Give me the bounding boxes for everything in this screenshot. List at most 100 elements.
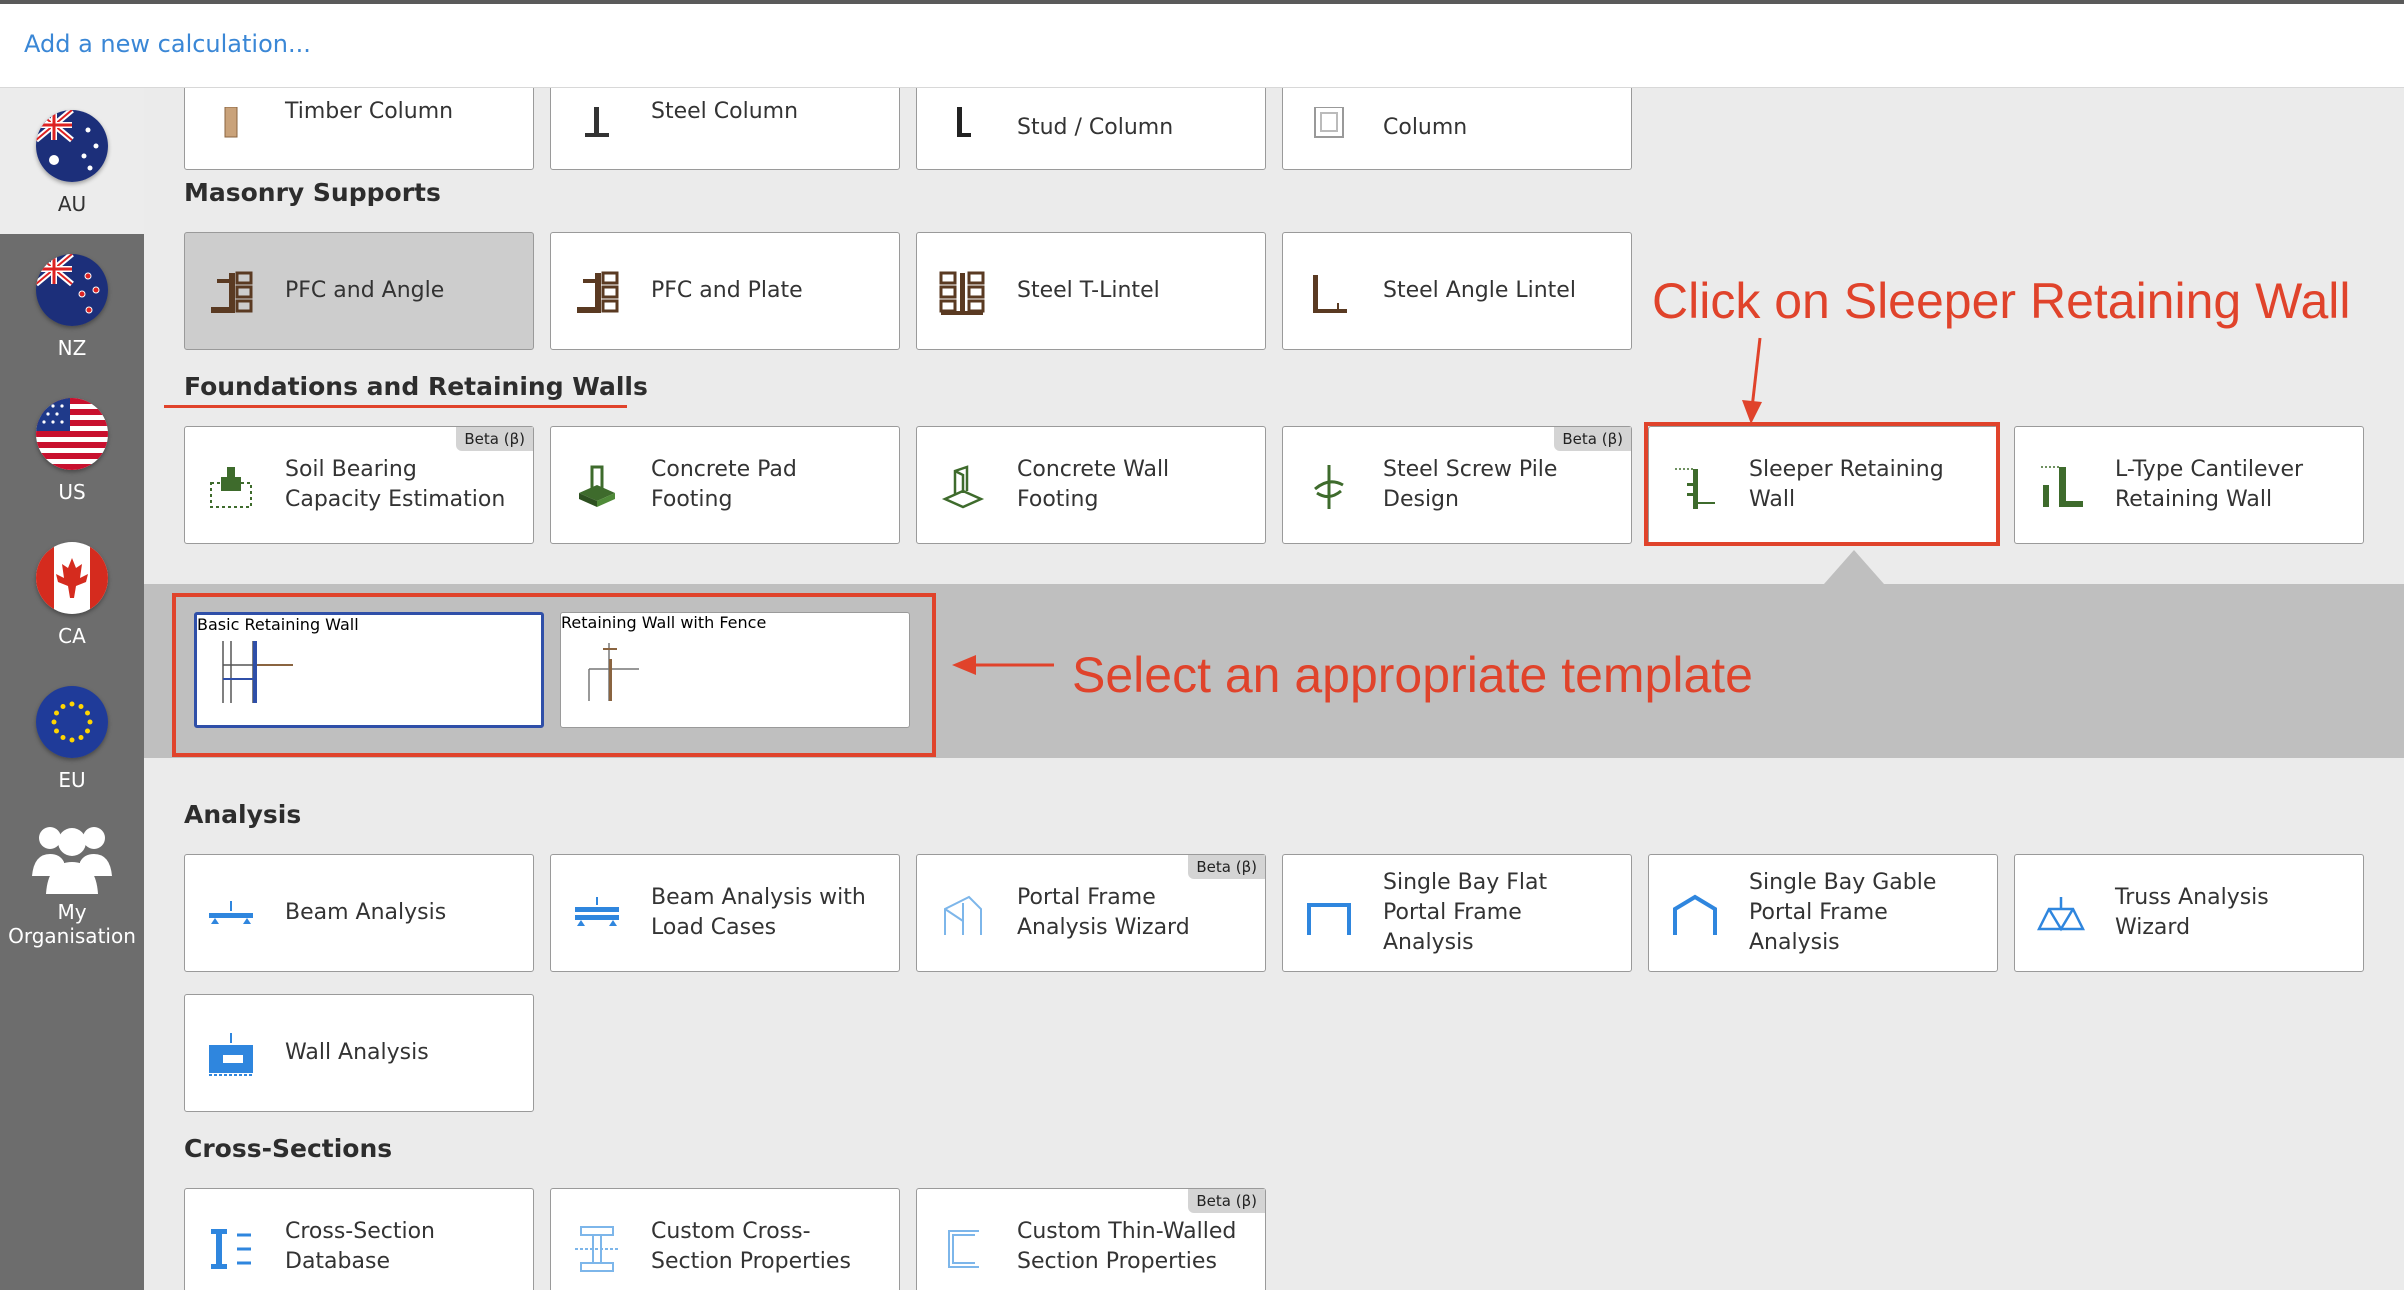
region-au[interactable]: AU — [0, 110, 144, 216]
section-title-cross-sections: Cross-Sections — [184, 1134, 393, 1163]
region-ca[interactable]: CA — [0, 542, 144, 648]
beta-badge: Beta (β) — [1188, 855, 1265, 879]
card-l-type-cantilever-wall[interactable]: L-Type Cantilever Retaining Wall — [2014, 426, 2364, 544]
card-label: Truss Analysis Wizard — [2115, 885, 2269, 940]
card-label: Steel Column — [651, 99, 799, 124]
concrete-column-icon — [1305, 106, 1353, 155]
region-us-label: US — [58, 480, 86, 504]
canada-flag-icon — [36, 542, 108, 614]
card-truss-analysis-wizard[interactable]: Truss Analysis Wizard — [2014, 854, 2364, 972]
eu-flag-icon — [36, 686, 108, 758]
organisation-people-icon — [30, 818, 114, 898]
card-label: Soil Bearing Capacity Estimation — [285, 457, 506, 512]
template-hint-annotation: Select an appropriate template — [1072, 647, 1753, 703]
left-arrow-annotation — [952, 650, 1056, 684]
foundations-underline-annotation — [164, 405, 627, 408]
add-calculation-link[interactable]: Add a new calculation... — [24, 30, 311, 58]
card-label: Steel T-Lintel — [1017, 278, 1160, 303]
card-thin-walled-section[interactable]: Beta (β) Custom Thin-Walled Section Prop… — [916, 1188, 1266, 1290]
timber-column-icon — [207, 106, 255, 155]
portal-frame-icon — [939, 891, 987, 939]
card-label: Stud / Column — [1017, 115, 1174, 140]
card-steel-screw-pile[interactable]: Beta (β) Steel Screw Pile Design — [1282, 426, 1632, 544]
flat-portal-icon — [1305, 891, 1353, 939]
soil-bearing-icon — [207, 463, 255, 511]
template-panel-pointer — [1824, 550, 1884, 584]
card-wall-analysis[interactable]: Wall Analysis — [184, 994, 534, 1112]
card-portal-frame-wizard[interactable]: Beta (β) Portal Frame Analysis Wizard — [916, 854, 1266, 972]
card-gable-portal-frame[interactable]: Single Bay Gable Portal Frame Analysis — [1648, 854, 1998, 972]
truss-icon — [2036, 891, 2086, 939]
organisation-label-line2: Organisation — [8, 924, 136, 948]
card-timber-column[interactable]: Timber Column — [184, 88, 534, 170]
organisation-label: My Organisation — [0, 900, 144, 948]
beam-load-cases-icon — [573, 891, 621, 939]
usa-flag-icon — [36, 398, 108, 470]
wall-analysis-icon — [207, 1031, 255, 1079]
region-sidebar: AU NZ US CA EU My Organisation — [0, 88, 144, 1290]
card-stud-column[interactable]: Stud / Column — [916, 88, 1266, 170]
top-bar: Add a new calculation... — [0, 0, 2404, 88]
card-label: Single Bay Gable Portal Frame Analysis — [1749, 870, 1937, 955]
card-pfc-and-angle[interactable]: PFC and Angle — [184, 232, 534, 350]
template-retaining-wall-with-fence[interactable]: Retaining Wall with Fence — [560, 612, 910, 728]
gable-portal-icon — [1671, 891, 1719, 939]
section-title-analysis: Analysis — [184, 800, 302, 829]
card-concrete-column[interactable]: Column — [1282, 88, 1632, 170]
card-label: Custom Thin-Walled Section Properties — [1017, 1219, 1237, 1274]
card-sleeper-retaining-wall[interactable]: Sleeper Retaining Wall — [1648, 426, 1998, 544]
card-cross-section-database[interactable]: Cross-Section Database — [184, 1188, 534, 1290]
custom-section-icon — [573, 1225, 621, 1273]
card-flat-portal-frame[interactable]: Single Bay Flat Portal Frame Analysis — [1282, 854, 1632, 972]
beta-badge: Beta (β) — [1554, 427, 1631, 451]
template-label: Retaining Wall with Fence — [561, 613, 767, 632]
card-label: Sleeper Retaining Wall — [1749, 457, 1944, 512]
organisation-label-line1: My — [57, 900, 87, 924]
beam-analysis-icon — [207, 891, 255, 939]
card-steel-t-lintel[interactable]: Steel T-Lintel — [916, 232, 1266, 350]
card-label: Steel Angle Lintel — [1383, 278, 1576, 303]
card-pfc-and-plate[interactable]: PFC and Plate — [550, 232, 900, 350]
card-custom-cross-section[interactable]: Custom Cross-Section Properties — [550, 1188, 900, 1290]
card-label: Column — [1383, 115, 1468, 140]
card-label: Portal Frame Analysis Wizard — [1017, 885, 1190, 940]
card-soil-bearing-capacity[interactable]: Beta (β) Soil Bearing Capacity Estimatio… — [184, 426, 534, 544]
card-label: L-Type Cantilever Retaining Wall — [2115, 457, 2304, 512]
pad-footing-icon — [573, 463, 621, 511]
card-steel-angle-lintel[interactable]: Steel Angle Lintel — [1282, 232, 1632, 350]
cross-section-db-icon — [207, 1225, 255, 1273]
section-title-foundations: Foundations and Retaining Walls — [184, 372, 648, 401]
card-beam-analysis-load-cases[interactable]: Beam Analysis with Load Cases — [550, 854, 900, 972]
thin-walled-icon — [939, 1225, 987, 1273]
card-label: Wall Analysis — [285, 1040, 429, 1065]
region-eu[interactable]: EU — [0, 686, 144, 792]
card-concrete-pad-footing[interactable]: Concrete Pad Footing — [550, 426, 900, 544]
region-us[interactable]: US — [0, 398, 144, 504]
card-label: Timber Column — [285, 99, 454, 124]
beta-badge: Beta (β) — [456, 427, 533, 451]
card-concrete-wall-footing[interactable]: Concrete Wall Footing — [916, 426, 1266, 544]
region-nz[interactable]: NZ — [0, 254, 144, 360]
wall-footing-icon — [939, 463, 987, 511]
new-zealand-flag-icon — [36, 254, 108, 326]
t-lintel-icon — [939, 269, 987, 317]
down-arrow-annotation — [1736, 336, 1776, 430]
my-organisation[interactable]: My Organisation — [0, 818, 144, 948]
screw-pile-icon — [1305, 463, 1353, 511]
card-label: Beam Analysis — [285, 900, 447, 925]
card-label: Single Bay Flat Portal Frame Analysis — [1383, 870, 1548, 955]
fence-wall-template-icon — [583, 639, 643, 701]
stud-column-icon — [939, 107, 987, 155]
section-title-masonry: Masonry Supports — [184, 178, 441, 207]
card-steel-column[interactable]: Steel Column — [550, 88, 900, 170]
region-eu-label: EU — [58, 768, 86, 792]
pfc-plate-icon — [573, 269, 621, 317]
app-root: Add a new calculation... AU NZ US CA EU … — [0, 0, 2404, 1290]
australia-flag-icon — [36, 110, 108, 182]
template-basic-retaining-wall[interactable]: Basic Retaining Wall — [194, 612, 544, 728]
region-nz-label: NZ — [57, 336, 87, 360]
card-beam-analysis[interactable]: Beam Analysis — [184, 854, 534, 972]
card-label: Steel Screw Pile Design — [1383, 457, 1558, 512]
region-ca-label: CA — [58, 624, 86, 648]
card-label: PFC and Angle — [285, 278, 445, 303]
